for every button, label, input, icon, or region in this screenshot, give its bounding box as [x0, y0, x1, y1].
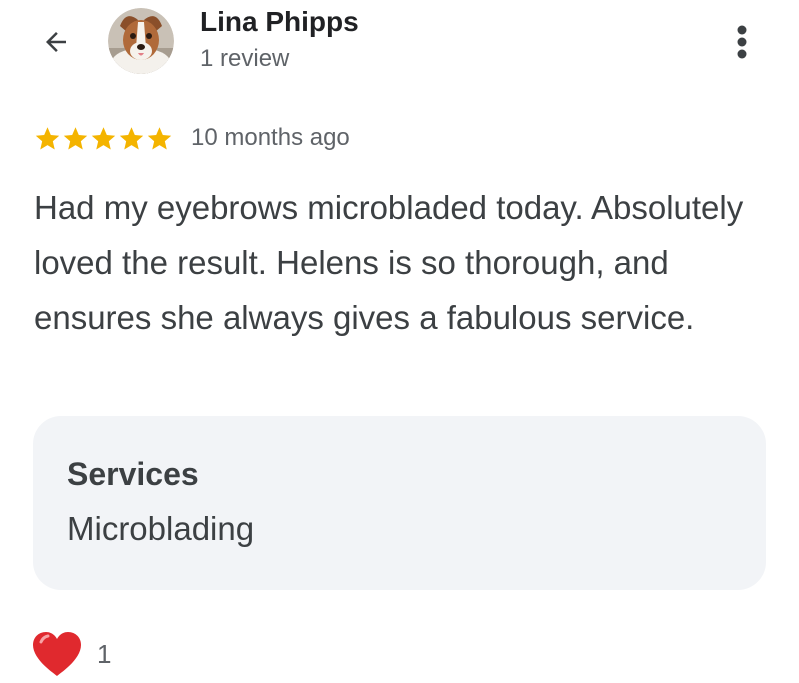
star-icon: [91, 126, 116, 149]
review-header: Lina Phipps 1 review: [0, 0, 799, 90]
review-text: Had my eyebrows microbladed today. Absol…: [34, 189, 744, 336]
star-rating: [34, 125, 173, 152]
more-options-button[interactable]: [722, 20, 762, 64]
services-card: Services Microblading: [33, 416, 766, 590]
heart-count: 1: [97, 638, 112, 669]
review-date: 10 months ago: [191, 124, 350, 151]
services-heading: Services: [67, 456, 199, 492]
reviewer-review-count: 1 review: [200, 45, 290, 72]
star-icon: [35, 126, 60, 149]
back-button[interactable]: [36, 22, 76, 62]
heart-icon: [33, 632, 81, 676]
arrow-back-icon: [46, 32, 66, 52]
star-icon: [63, 126, 88, 149]
avatar[interactable]: [108, 8, 174, 74]
more-vert-icon: [737, 25, 747, 59]
services-value: Microblading: [67, 510, 255, 547]
rating-row: 10 months ago: [34, 122, 350, 154]
star-icon: [147, 126, 172, 149]
star-icon: [119, 126, 144, 149]
dog-avatar-image: [108, 8, 174, 74]
reviewer-name[interactable]: Lina Phipps: [200, 6, 359, 38]
heart-reaction-button[interactable]: 1: [31, 630, 111, 678]
